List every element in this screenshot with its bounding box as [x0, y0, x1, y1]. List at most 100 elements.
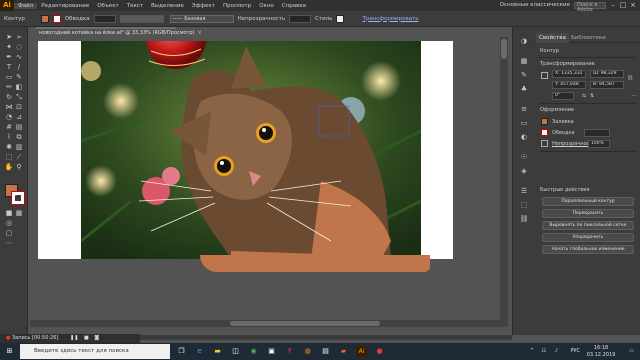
magic-wand-tool-icon[interactable]: ✦ [4, 43, 14, 52]
offset-path-button[interactable]: Параллельный контур [542, 197, 634, 206]
stroke-weight-field[interactable] [93, 14, 116, 23]
scale-tool-icon[interactable]: ⤡ [14, 93, 24, 102]
selection-tool-icon[interactable]: ➤ [4, 33, 14, 42]
vertical-scrollbar[interactable] [500, 37, 508, 327]
close-tab-icon[interactable]: × [198, 30, 202, 36]
notifications-icon[interactable]: ▭ [629, 348, 634, 354]
pause-recording-icon[interactable]: ❚❚ [70, 335, 78, 341]
artboard[interactable] [38, 41, 453, 259]
file-explorer-icon[interactable]: ▬ [212, 346, 223, 357]
photos-icon[interactable]: ▤ [320, 346, 331, 357]
slice-tool-icon[interactable]: ⟋ [14, 153, 24, 162]
free-transform-tool-icon[interactable]: ⊡ [14, 103, 24, 112]
minimize-icon[interactable]: – [608, 0, 618, 11]
close-window-icon[interactable]: × [628, 0, 638, 11]
eyedropper-tool-icon[interactable]: ⌇ [4, 133, 14, 142]
appearance-stroke-label[interactable]: Обводка [552, 130, 575, 136]
type-tool-icon[interactable]: T [4, 63, 14, 72]
links-panel-icon[interactable]: ⛓ [519, 215, 529, 224]
flip-horizontal-icon[interactable]: ⇆ [582, 93, 586, 99]
pen-tool-icon[interactable]: ✒ [4, 53, 14, 62]
hand-tool-icon[interactable]: ✋ [4, 163, 14, 172]
more-options-icon[interactable]: ⋯ [632, 93, 637, 99]
volume-icon[interactable]: ♪ [555, 348, 558, 354]
document-tab[interactable]: новогодний котейка на ёлке.ai* @ 33,33% … [36, 27, 202, 37]
screen-mode-icon[interactable]: ▢ [4, 229, 14, 238]
chrome-icon[interactable]: ◉ [248, 346, 259, 357]
width-field[interactable]: Ш: 98,329 [590, 70, 624, 78]
y-position-field[interactable]: Y: 457,648 [552, 81, 586, 89]
zoom-tool-icon[interactable]: ⚲ [14, 163, 24, 172]
direct-selection-tool-icon[interactable]: ➢ [14, 33, 24, 42]
network-icon[interactable]: ☷ [542, 348, 546, 354]
brush-style-dropdown[interactable]: —— Базовая [169, 14, 234, 23]
stroke-swatch[interactable] [52, 14, 61, 23]
align-to-pixel-grid-button[interactable]: Выровнять по пиксельной сетке [542, 221, 634, 230]
appearance-opacity-field[interactable]: 100% [588, 140, 610, 148]
flip-vertical-icon[interactable]: ⇅ [590, 93, 594, 99]
cat-body-overflow-shape[interactable] [200, 255, 430, 272]
perspective-tool-icon[interactable]: ⊿ [14, 113, 24, 122]
clock-time[interactable]: 16:18 [584, 345, 618, 351]
layers-panel-icon[interactable]: ☰ [519, 187, 529, 196]
camera-icon[interactable]: ◙ [94, 335, 99, 341]
stroke-panel-icon[interactable]: ≡ [519, 105, 529, 114]
pencil-tool-icon[interactable]: ✏ [4, 83, 14, 92]
x-position-field[interactable]: X: 1335,332 [552, 70, 586, 78]
tray-chevron-icon[interactable]: ^ [530, 348, 534, 354]
menu-object[interactable]: Объект [93, 3, 123, 9]
recorder-taskbar-icon[interactable]: ● [374, 346, 385, 357]
appearance-panel-icon[interactable]: ☉ [519, 153, 529, 162]
stop-recording-icon[interactable]: ■ [84, 335, 89, 341]
christmas-tree-photo[interactable] [81, 41, 421, 259]
workspace-switcher[interactable]: Основные классические [462, 1, 570, 10]
line-tool-icon[interactable]: / [14, 63, 24, 72]
transform-link[interactable]: Трансформировать [362, 16, 418, 22]
menu-window[interactable]: Окно [255, 3, 278, 9]
artboard-tool-icon[interactable]: ⬚ [4, 153, 14, 162]
recolor-button[interactable]: Перекрасить [542, 209, 634, 218]
media-app-icon[interactable]: ▣ [266, 346, 277, 357]
blend-tool-icon[interactable]: ⧉ [14, 133, 24, 142]
windows-start-icon[interactable]: ⊞ [4, 346, 15, 357]
variable-width-dropdown[interactable] [119, 14, 164, 23]
appearance-stroke-swatch[interactable] [541, 129, 548, 136]
color-panel-icon[interactable]: ◑ [519, 37, 529, 46]
edit-toolbar-icon[interactable]: ⋯ [4, 239, 14, 248]
rectangle-tool-icon[interactable]: ▭ [4, 73, 14, 82]
lasso-tool-icon[interactable]: ◌ [14, 43, 24, 52]
rotate-tool-icon[interactable]: ↻ [4, 93, 14, 102]
graphic-styles-panel-icon[interactable]: ◈ [519, 167, 529, 176]
reference-point-icon[interactable] [541, 72, 548, 79]
yandex-browser-icon[interactable]: Y [284, 346, 295, 357]
fill-swatch[interactable] [40, 14, 49, 23]
pdf-app-icon[interactable]: ▰ [338, 346, 349, 357]
language-indicator[interactable]: РУС [570, 348, 580, 354]
menu-view[interactable]: Просмотр [219, 3, 255, 9]
stroke-color-box[interactable] [11, 191, 25, 205]
menu-edit[interactable]: Редактирование [37, 3, 93, 9]
symbol-sprayer-tool-icon[interactable]: ✺ [4, 143, 14, 152]
height-field[interactable]: В: 94,587 [590, 81, 624, 89]
rotation-field[interactable]: 0° [552, 92, 574, 100]
menu-effect[interactable]: Эффект [188, 3, 219, 9]
horizontal-scroll-thumb[interactable] [230, 321, 380, 326]
tab-properties[interactable]: Свойства [536, 33, 569, 43]
swatches-panel-icon[interactable]: ▦ [519, 57, 529, 66]
clock-date[interactable]: 03.12.2019 [584, 352, 618, 358]
menu-help[interactable]: Справка [278, 3, 310, 9]
width-tool-icon[interactable]: ⋈ [4, 103, 14, 112]
transparency-panel-icon[interactable]: ◐ [519, 133, 529, 142]
canvas-area[interactable] [30, 37, 512, 327]
appearance-stroke-weight-field[interactable] [584, 129, 610, 137]
stock-search-input[interactable]: Поиск в Adobe Stock [574, 2, 606, 18]
menu-select[interactable]: Выделение [147, 3, 188, 9]
graph-tool-icon[interactable]: ▥ [14, 143, 24, 152]
paintbrush-tool-icon[interactable]: ✎ [14, 73, 24, 82]
vertical-scroll-thumb[interactable] [501, 39, 507, 59]
maximize-icon[interactable]: □ [618, 0, 628, 11]
color-mode-icon[interactable]: ■ [4, 209, 14, 218]
gradient-tool-icon[interactable]: ▤ [14, 123, 24, 132]
edge-browser-icon[interactable]: e [194, 346, 205, 357]
appearance-fill-swatch[interactable] [541, 118, 548, 125]
